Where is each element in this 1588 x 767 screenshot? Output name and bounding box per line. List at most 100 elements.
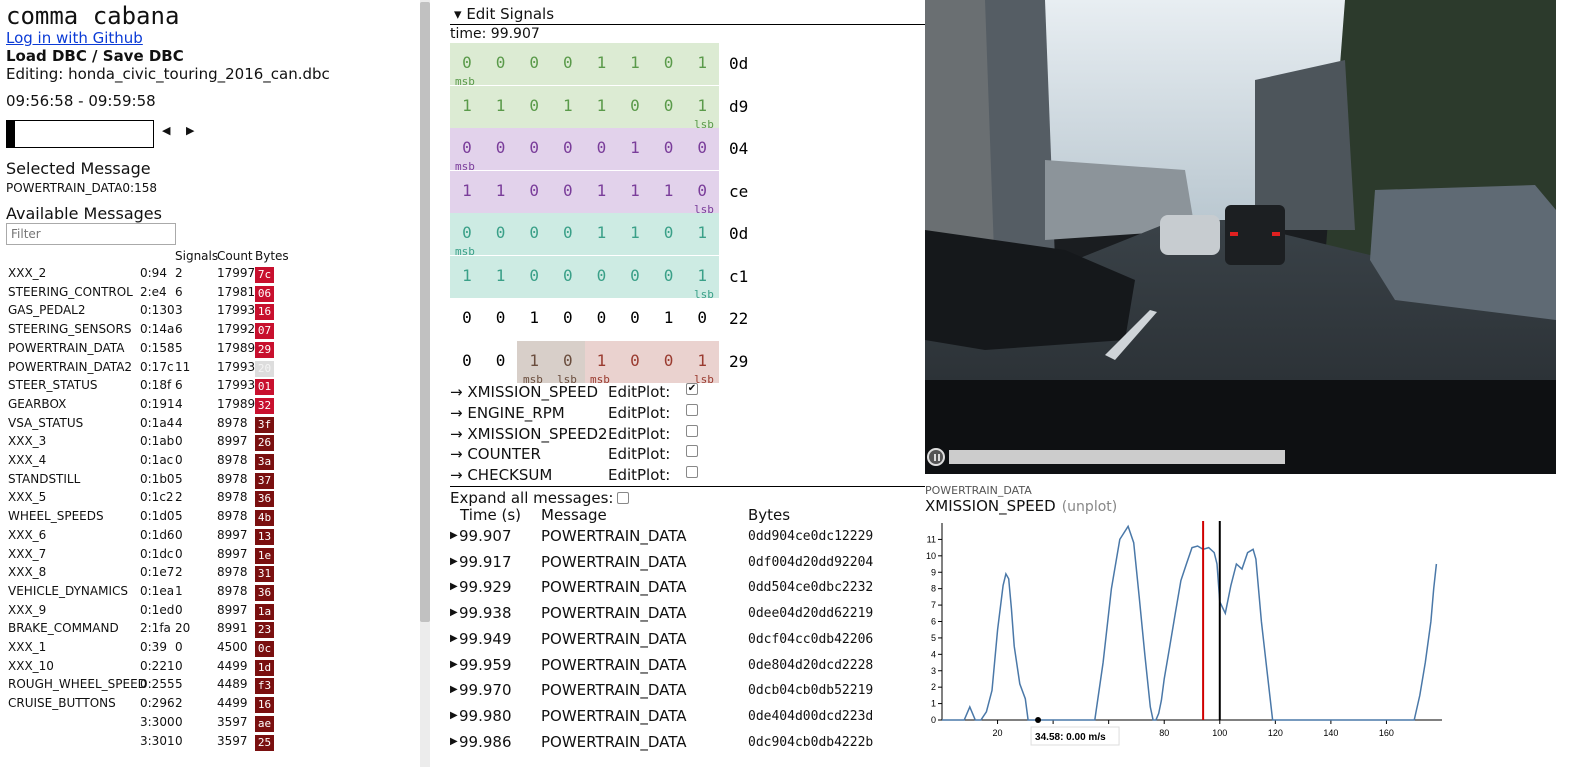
bit-cell[interactable]: 0 bbox=[551, 213, 585, 255]
video-progress-bar[interactable] bbox=[949, 450, 1285, 464]
message-row[interactable]: CRUISE_BUTTONS0:2962449900000016 bbox=[0, 694, 420, 714]
signal-plot-checkbox[interactable] bbox=[686, 466, 698, 479]
log-row[interactable]: ▶ 99.980 POWERTRAIN_DATA 0de404d00dcd223d bbox=[450, 707, 920, 733]
log-row[interactable]: ▶ 99.949 POWERTRAIN_DATA 0dcf04cc0db42206 bbox=[450, 630, 920, 656]
messages-scrollbar-thumb[interactable] bbox=[420, 2, 430, 622]
signal-plot[interactable]: 0 1 2 3 4 5 6 7 8 9 10 11 20 80 100 120 140 160 34.58: 0.0… bbox=[925, 515, 1485, 767]
bit-cell[interactable]: 0 bbox=[584, 298, 618, 340]
log-row[interactable]: ▶ 99.938 POWERTRAIN_DATA 0dee04d20dd62219 bbox=[450, 604, 920, 630]
bit-cell[interactable]: 0 bbox=[517, 86, 551, 128]
signal-edit-button[interactable]: Edit bbox=[608, 466, 637, 484]
bit-cell[interactable]: 1 bbox=[652, 171, 686, 213]
bit-cell[interactable]: 0 bbox=[551, 298, 585, 340]
bit-cell[interactable]: 1 bbox=[484, 86, 518, 128]
bit-cell[interactable]: 0 bbox=[618, 341, 652, 383]
caret-right-icon[interactable]: ▶ bbox=[450, 659, 458, 670]
bit-cell[interactable]: 0 bbox=[652, 43, 686, 85]
message-row[interactable]: BRAKE_COMMAND2:1fa2089910000108000000023 bbox=[0, 619, 420, 639]
bit-cell[interactable]: 0 bbox=[685, 128, 719, 170]
message-row[interactable]: XXX_80:1e72897823009031 bbox=[0, 563, 420, 583]
message-row[interactable]: GAS_PEDAL20:130317993fff0ffff00000416 bbox=[0, 301, 420, 321]
expand-all-checkbox[interactable] bbox=[617, 492, 630, 504]
bit-cell[interactable]: 0 bbox=[652, 86, 686, 128]
load-save-dbc-button[interactable]: Load DBC / Save DBC bbox=[6, 47, 184, 65]
bit-cell[interactable]: 0 bbox=[484, 298, 518, 340]
bit-cell[interactable]: 1 bbox=[584, 43, 618, 85]
bit-cell[interactable]: 1 bbox=[685, 213, 719, 255]
dashcam-video[interactable] bbox=[925, 0, 1556, 474]
bit-cell[interactable]: 0 bbox=[517, 171, 551, 213]
bit-cell[interactable]: 0 bbox=[652, 213, 686, 255]
log-row[interactable]: ▶ 99.917 POWERTRAIN_DATA 0df004d20dd92204 bbox=[450, 553, 920, 579]
bit-cell[interactable]: 0 bbox=[551, 43, 585, 85]
message-row[interactable]: XXX_90:1ed0899721ff00001a bbox=[0, 601, 420, 620]
bit-cell[interactable]: 0 bbox=[517, 256, 551, 298]
caret-right-icon[interactable]: ▶ bbox=[450, 607, 458, 618]
signal-edit-button[interactable]: Edit bbox=[608, 425, 637, 443]
bit-cell[interactable]: 0 bbox=[584, 128, 618, 170]
bit-cell[interactable]: 0 bbox=[551, 128, 585, 170]
signal-plot-checkbox[interactable] bbox=[686, 403, 698, 416]
message-row[interactable]: XXX_70:1dc089970200080000001e bbox=[0, 545, 420, 564]
caret-right-icon[interactable]: ▶ bbox=[450, 633, 458, 644]
bit-cell[interactable]: 0 bbox=[551, 256, 585, 298]
bit-cell[interactable]: 0 bbox=[484, 43, 518, 85]
timeline-seek-bar[interactable] bbox=[6, 120, 154, 148]
caret-right-icon[interactable]: ▶ bbox=[450, 556, 458, 567]
message-row[interactable]: ROUGH_WHEEL_SPEED0:25554489242423245555d… bbox=[0, 675, 420, 695]
bit-cell[interactable]: 0 bbox=[652, 128, 686, 170]
bit-cell[interactable]: 1 bbox=[618, 43, 652, 85]
bit-cell[interactable]: 1 bbox=[685, 43, 719, 85]
bit-cell[interactable]: 0 bbox=[584, 256, 618, 298]
bit-cell[interactable]: 0 bbox=[450, 298, 484, 340]
bit-cell[interactable]: 1 bbox=[652, 298, 686, 340]
bit-cell[interactable]: 1 bbox=[618, 171, 652, 213]
github-login-link[interactable]: Log in with Github bbox=[6, 29, 143, 47]
bit-cell[interactable]: 0 bbox=[484, 128, 518, 170]
message-row[interactable]: STEERING_SENSORS0:14a617992ffd2fffb07ffc… bbox=[0, 320, 420, 340]
bit-cell[interactable]: 0 bbox=[652, 256, 686, 298]
bit-cell[interactable]: 0 bbox=[618, 256, 652, 298]
message-row[interactable]: POWERTRAIN_DATA0:1585179890dd904ce0dc122… bbox=[0, 339, 420, 358]
bit-cell[interactable]: 1 bbox=[450, 256, 484, 298]
bit-cell[interactable]: 1 bbox=[584, 86, 618, 128]
bit-cell[interactable]: 1 bbox=[450, 171, 484, 213]
log-row[interactable]: ▶ 99.986 POWERTRAIN_DATA 0dc904cb0db4222b bbox=[450, 733, 920, 759]
bit-cell[interactable]: 0 bbox=[618, 86, 652, 128]
message-row[interactable]: XXX_10:390450000000c bbox=[0, 638, 420, 657]
edit-signals-toggle[interactable]: ▾ Edit Signals bbox=[454, 5, 554, 23]
message-row[interactable]: XXX_50:1c2289780000000000000036 bbox=[0, 488, 420, 508]
bit-cell[interactable]: 0 bbox=[484, 341, 518, 383]
caret-right-icon[interactable]: ▶ bbox=[450, 581, 458, 592]
log-row[interactable]: ▶ 99.959 POWERTRAIN_DATA 0de804d20dcd2228 bbox=[450, 656, 920, 682]
signal-plot-checkbox[interactable]: ✔ bbox=[686, 383, 698, 395]
triangle-right-icon[interactable]: ▶ bbox=[186, 124, 194, 137]
bit-cell[interactable]: 0 bbox=[652, 341, 686, 383]
bit-cell[interactable]: 0 bbox=[685, 298, 719, 340]
bit-cell[interactable]: 1 bbox=[551, 86, 585, 128]
bit-cell[interactable]: 1 bbox=[517, 298, 551, 340]
bit-cell[interactable]: 0 bbox=[618, 298, 652, 340]
pause-icon[interactable] bbox=[927, 448, 945, 466]
bit-cell[interactable]: 1 bbox=[450, 86, 484, 128]
bit-cell[interactable]: 1 bbox=[484, 171, 518, 213]
message-row[interactable]: POWERTRAIN_DATA20:17c1117993000000050401… bbox=[0, 358, 420, 377]
triangle-left-icon[interactable]: ◀ bbox=[162, 124, 170, 137]
bit-cell[interactable]: 0 bbox=[517, 213, 551, 255]
signal-edit-button[interactable]: Edit bbox=[608, 404, 637, 422]
signal-edit-button[interactable]: Edit bbox=[608, 383, 637, 401]
caret-right-icon[interactable]: ▶ bbox=[450, 710, 458, 721]
message-row[interactable]: STEERING_CONTROL2:e46179810000000006 bbox=[0, 283, 420, 302]
signal-plot-checkbox[interactable] bbox=[686, 424, 698, 437]
bit-cell[interactable]: 1 bbox=[618, 128, 652, 170]
unplot-link[interactable]: (unplot) bbox=[1062, 499, 1118, 515]
caret-right-icon[interactable]: ▶ bbox=[450, 684, 458, 695]
message-row[interactable]: 3:30103597025844324f000025 bbox=[0, 732, 420, 751]
message-row[interactable]: 3:30003597fc248ac0000000ae bbox=[0, 713, 420, 732]
log-row[interactable]: ▶ 99.970 POWERTRAIN_DATA 0dcb04cb0db52219 bbox=[450, 681, 920, 707]
message-row[interactable]: GEARBOX0:1914179890800803c37240032 bbox=[0, 395, 420, 414]
message-row[interactable]: XXX_100:2210449928008000301d bbox=[0, 657, 420, 676]
bit-cell[interactable]: 1 bbox=[484, 256, 518, 298]
bit-cell[interactable]: 1 bbox=[618, 213, 652, 255]
message-row[interactable]: STEER_STATUS0:18f617993f811ffe6000001 bbox=[0, 376, 420, 396]
